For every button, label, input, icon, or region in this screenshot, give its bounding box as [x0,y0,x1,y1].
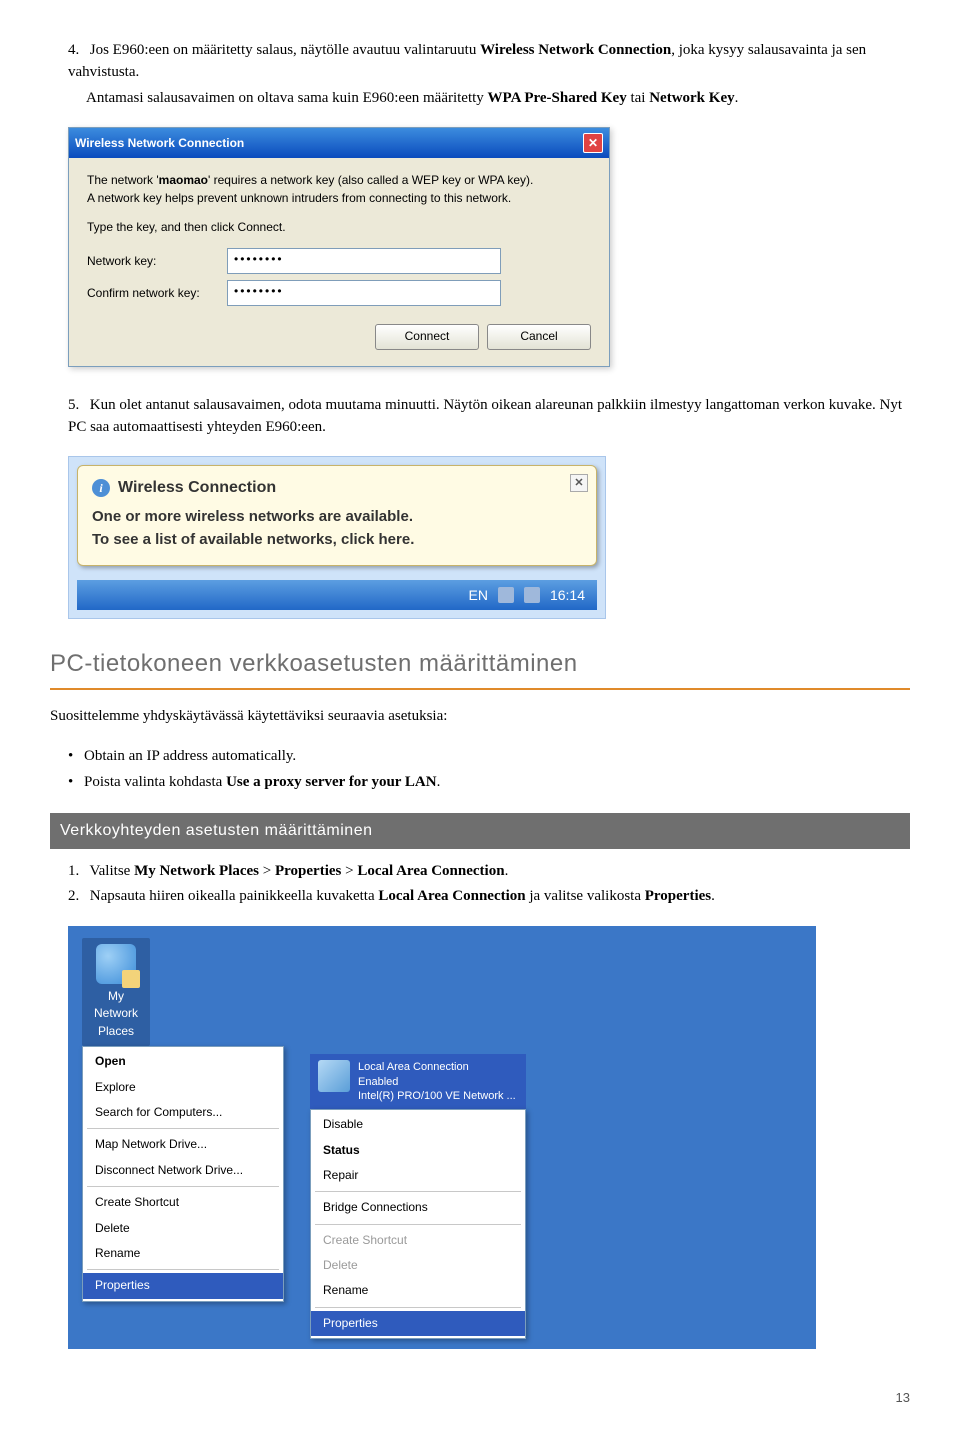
my-network-places-icon[interactable]: My Network Places [82,938,150,1046]
menu-item-repair[interactable]: Repair [311,1163,525,1188]
step5-text: Kun olet antanut salausavaimen, odota mu… [68,397,902,435]
connection-status: Enabled [358,1075,516,1089]
txt: Antamasi salausavaimen on oltava sama ku… [86,90,488,106]
menu-item-search[interactable]: Search for Computers... [83,1100,283,1125]
dialog-titlebar[interactable]: Wireless Network Connection ✕ [69,128,609,158]
dialog-text: Type the key, and then click Connect. [87,219,591,236]
wireless-connection-dialog: Wireless Network Connection ✕ The networ… [68,127,610,367]
txt: Jos E960:een on määritetty salaus, näytö… [90,42,480,58]
menu-item-disconnect-drive[interactable]: Disconnect Network Drive... [83,1158,283,1183]
substep1-number: 1. [68,861,86,883]
balloon-line2: To see a list of available networks, cli… [92,529,582,552]
tray-icon[interactable] [498,587,514,603]
context-menu-network-places: Open Explore Search for Computers... Map… [82,1046,284,1302]
subsection-connection-settings: Verkkoyhteyden asetusten määrittäminen [50,813,910,848]
balloon-line1: One or more wireless networks are availa… [92,506,582,529]
cancel-button[interactable]: Cancel [487,324,591,349]
step-5: 5. Kun olet antanut salausavaimen, odota… [50,395,910,439]
close-icon[interactable]: ✕ [570,474,588,492]
bullet-item: Obtain an IP address automatically. [84,746,910,768]
network-key-input[interactable]: •••••••• [227,248,501,274]
menu-item-status[interactable]: Status [311,1138,525,1163]
menu-item-map-drive[interactable]: Map Network Drive... [83,1132,283,1157]
connect-button[interactable]: Connect [375,324,479,349]
menu-item-rename[interactable]: Rename [83,1241,283,1266]
globe-icon [96,944,136,984]
clock: 16:14 [550,585,585,605]
bullet-item: Poista valinta kohdasta Use a proxy serv… [84,772,910,794]
section-intro: Suosittelemme yhdyskäytävässä käytettävi… [50,706,910,728]
menu-item-delete[interactable]: Delete [83,1216,283,1241]
step4-number: 4. [68,40,86,62]
txt: Network Key [649,90,734,106]
tray-icon[interactable] [524,587,540,603]
txt: . [735,90,739,106]
context-menu-connection: Disable Status Repair Bridge Connections… [310,1109,526,1339]
settings-bullets: Obtain an IP address automatically. Pois… [84,746,910,794]
menu-item-create-shortcut[interactable]: Create Shortcut [83,1190,283,1215]
wireless-balloon-tooltip[interactable]: ✕ i Wireless Connection One or more wirel… [77,465,597,566]
menu-item-properties[interactable]: Properties [83,1273,283,1298]
connection-icon [318,1060,350,1092]
menu-item-bridge[interactable]: Bridge Connections [311,1195,525,1220]
confirm-key-label: Confirm network key: [87,285,227,302]
network-key-label: Network key: [87,253,227,270]
menu-item-open[interactable]: Open [83,1049,283,1074]
balloon-title: Wireless Connection [118,476,276,500]
menu-item-disable[interactable]: Disable [311,1112,525,1137]
info-icon: i [92,479,110,497]
txt: WPA Pre-Shared Key [488,90,627,106]
page-number: 13 [50,1389,910,1408]
confirm-key-input[interactable]: •••••••• [227,280,501,306]
dialog-title: Wireless Network Connection [75,135,244,152]
local-area-connection-tile[interactable]: Local Area Connection Enabled Intel(R) P… [310,1054,526,1109]
menu-item-rename[interactable]: Rename [311,1278,525,1303]
menu-item-explore[interactable]: Explore [83,1075,283,1100]
substep2-number: 2. [68,886,86,908]
txt: Wireless Network Connection [480,42,671,58]
menu-item-create-shortcut[interactable]: Create Shortcut [311,1228,525,1253]
language-indicator[interactable]: EN [469,585,488,605]
context-menu-screenshot: My Network Places Open Explore Search fo… [68,926,910,1349]
section-pc-network-settings: PC-tietokoneen verkkoasetusten määrittäm… [50,647,910,690]
connection-adapter: Intel(R) PRO/100 VE Network ... [358,1089,516,1103]
menu-item-delete[interactable]: Delete [311,1253,525,1278]
close-icon[interactable]: ✕ [583,133,603,153]
menu-item-properties[interactable]: Properties [311,1311,525,1336]
txt: tai [627,90,650,106]
step-4: 4. Jos E960:een on määritetty salaus, nä… [50,40,910,109]
icon-label: My Network Places [86,988,146,1040]
taskbar: EN 16:14 [77,580,597,610]
substeps: 1. Valitse My Network Places > Propertie… [50,861,910,909]
connection-title: Local Area Connection [358,1060,516,1074]
wireless-balloon-screenshot: ✕ i Wireless Connection One or more wirel… [68,456,910,619]
wireless-dialog-screenshot: Wireless Network Connection ✕ The networ… [68,127,910,367]
step5-number: 5. [68,395,86,417]
dialog-text: The network 'maomao' requires a network … [87,172,591,207]
